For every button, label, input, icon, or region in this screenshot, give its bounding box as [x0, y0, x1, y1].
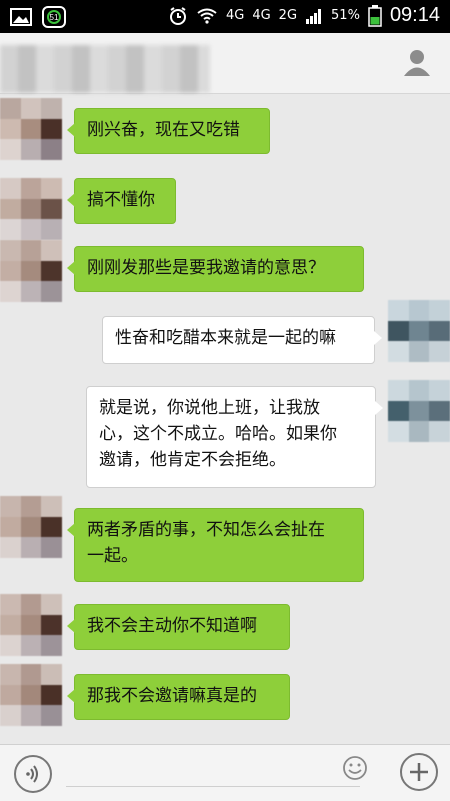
- avatar[interactable]: [0, 98, 62, 160]
- message-text: 性奋和吃醋本来就是一起的嘛: [115, 328, 336, 348]
- network-label-2: 4G: [252, 8, 271, 23]
- avatar[interactable]: [0, 240, 62, 302]
- my-avatar[interactable]: [388, 300, 450, 362]
- message-input[interactable]: [66, 786, 360, 787]
- message-text: 刚兴奋，现在又吃错: [87, 120, 240, 140]
- clock: 09:14: [389, 4, 440, 26]
- network-label-3: 2G: [278, 8, 298, 23]
- message-line: 就是说，你说他上班，让我放: [99, 398, 320, 418]
- message-sent[interactable]: 性奋和吃醋本来就是一起的嘛: [102, 316, 382, 364]
- chat-header: [0, 33, 450, 94]
- contact-name-blurred: [0, 45, 210, 93]
- chat-area[interactable]: 刚兴奋，现在又吃错 搞不懂你 刚刚发那些是要我邀请的意思？ 性奋和吃醋本来就是一…: [0, 94, 450, 744]
- message-received[interactable]: 那我不会邀请嘛真是的: [67, 674, 290, 720]
- input-bar: [0, 744, 450, 801]
- plus-icon: [410, 763, 428, 781]
- emoji-icon[interactable]: [342, 755, 368, 781]
- network-label-1: 4G: [225, 8, 245, 23]
- more-options-button[interactable]: [400, 753, 438, 791]
- status-right-icons: 4G 4G 2G 51% 09:14: [168, 4, 440, 27]
- gallery-icon: [10, 8, 32, 26]
- battery-percent: 51%: [331, 8, 360, 23]
- message-received[interactable]: 我不会主动你不知道啊: [67, 604, 290, 650]
- message-text: 刚刚发那些是要我邀请的意思？: [87, 258, 325, 278]
- message-text: 搞不懂你: [87, 190, 155, 210]
- status-bar: 51 4G 4G 2G 51% 09:14: [0, 0, 450, 33]
- message-received[interactable]: 两者矛盾的事，不知怎么会扯在 一起。: [67, 508, 364, 582]
- voice-input-button[interactable]: [14, 755, 52, 793]
- avatar[interactable]: [0, 664, 62, 726]
- message-line: 一起。: [87, 546, 138, 566]
- contact-profile-icon[interactable]: [402, 47, 432, 77]
- message-received[interactable]: 刚兴奋，现在又吃错: [67, 108, 270, 154]
- signal-icon: [306, 8, 322, 24]
- message-line: 心，这个不成立。哈哈。如果你: [99, 424, 337, 444]
- avatar[interactable]: [0, 496, 62, 558]
- avatar[interactable]: [0, 178, 62, 240]
- svg-text:51: 51: [50, 13, 59, 22]
- message-sent[interactable]: 就是说，你说他上班，让我放 心，这个不成立。哈哈。如果你 邀请，他肯定不会拒绝。: [86, 386, 383, 488]
- status-left-icons: 51: [10, 6, 66, 28]
- message-text: 那我不会邀请嘛真是的: [87, 686, 257, 706]
- avatar[interactable]: [0, 594, 62, 656]
- message-line: 邀请，他肯定不会拒绝。: [99, 450, 286, 470]
- message-received[interactable]: 搞不懂你: [67, 178, 176, 224]
- battery-icon: [368, 4, 382, 27]
- alarm-icon: [169, 6, 186, 25]
- my-avatar[interactable]: [388, 380, 450, 442]
- wifi-icon: [197, 8, 217, 24]
- notification-icon: 51: [42, 6, 66, 28]
- message-line: 两者矛盾的事，不知怎么会扯在: [87, 520, 325, 540]
- message-text: 我不会主动你不知道啊: [87, 616, 257, 636]
- voice-icon: [26, 765, 38, 783]
- message-received[interactable]: 刚刚发那些是要我邀请的意思？: [67, 246, 364, 292]
